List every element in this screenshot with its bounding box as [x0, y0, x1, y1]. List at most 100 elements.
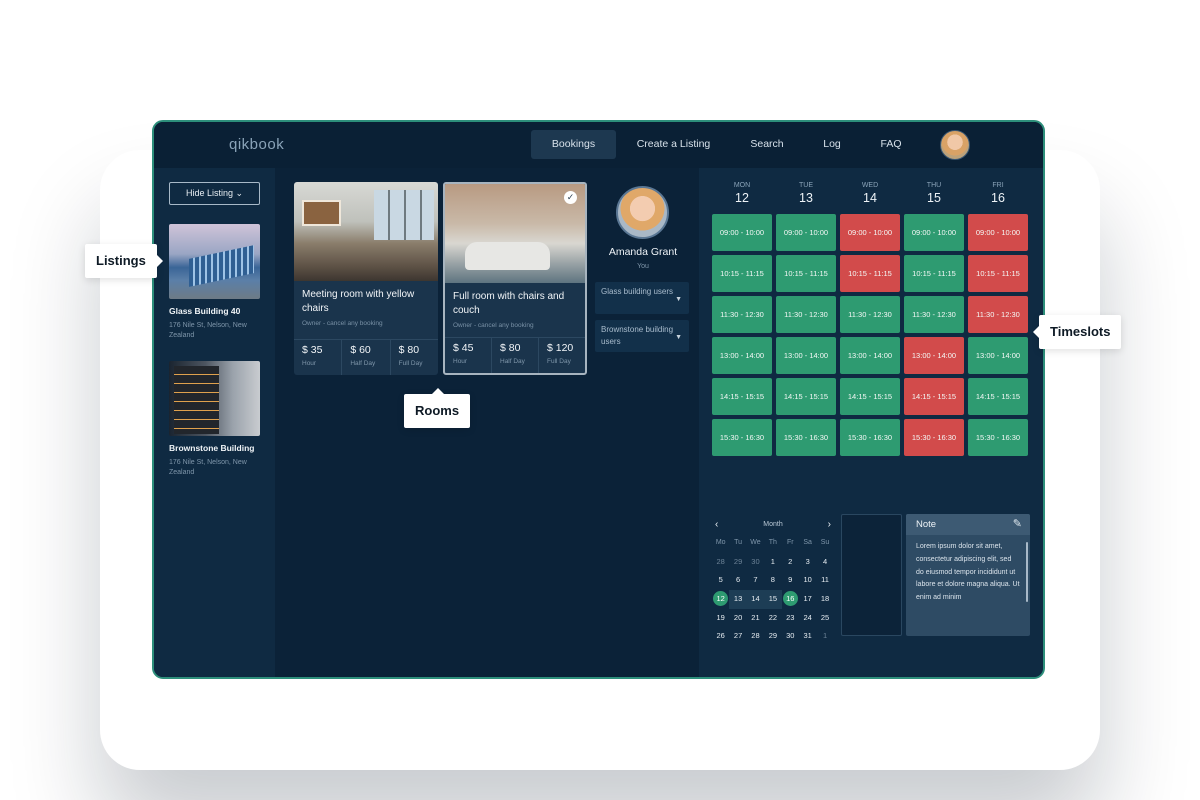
calendar-day[interactable]: 5	[712, 571, 729, 590]
calendar-day[interactable]: 11	[816, 571, 833, 590]
calendar-day-number: 30	[751, 556, 760, 566]
note-text[interactable]: Lorem ipsum dolor sit amet, consectetur …	[906, 535, 1030, 611]
hide-listing-button[interactable]: Hide Listing ⌄	[169, 182, 260, 205]
timeslot-free[interactable]: 14:15 - 15:15	[968, 378, 1028, 415]
timeslot-busy[interactable]: 15:30 - 16:30	[904, 419, 964, 456]
calendar-day[interactable]: 9	[782, 571, 799, 590]
calendar-day[interactable]: 29	[729, 553, 746, 572]
calendar-day[interactable]: 7	[747, 571, 764, 590]
timeslot-free[interactable]: 15:30 - 16:30	[840, 419, 900, 456]
price-value: $ 80	[398, 344, 420, 356]
calendar-day[interactable]: 18	[816, 590, 833, 609]
pencil-icon[interactable]: ✎	[1013, 514, 1022, 535]
day-name: FRI	[992, 182, 1004, 189]
note-title: Note	[916, 519, 937, 530]
timeslot-busy[interactable]: 10:15 - 11:15	[968, 255, 1028, 292]
calendar-day[interactable]: 29	[764, 627, 781, 646]
timeslot-free[interactable]: 09:00 - 10:00	[712, 214, 772, 251]
room-card-meeting[interactable]: Meeting room with yellow chairs Owner - …	[294, 182, 438, 375]
calendar-day[interactable]: 24	[799, 609, 816, 628]
nav-log[interactable]: Log	[803, 130, 861, 159]
timeslot-free[interactable]: 13:00 - 14:00	[840, 337, 900, 374]
room-card-full[interactable]: ✓ Full room with chairs and couch Owner …	[443, 182, 587, 375]
calendar-day[interactable]: 31	[799, 627, 816, 646]
calendar-day[interactable]: 21	[747, 609, 764, 628]
timeslot-busy[interactable]: 10:15 - 11:15	[840, 255, 900, 292]
timeslot-busy[interactable]: 13:00 - 14:00	[904, 337, 964, 374]
calendar-day-number: 22	[768, 612, 778, 622]
timeslot-free[interactable]: 13:00 - 14:00	[712, 337, 772, 374]
timeslot-free[interactable]: 13:00 - 14:00	[776, 337, 836, 374]
app-logo[interactable]: qikbook	[229, 136, 284, 153]
calendar-day[interactable]: 1	[816, 627, 833, 646]
timeslot-free[interactable]: 14:15 - 15:15	[840, 378, 900, 415]
calendar-day[interactable]: 28	[712, 553, 729, 572]
calendar-day[interactable]: 6	[729, 571, 746, 590]
checkmark-icon: ✓	[564, 191, 577, 204]
calendar-day[interactable]: 26	[712, 627, 729, 646]
timeslot-free[interactable]: 14:15 - 15:15	[712, 378, 772, 415]
calendar-day[interactable]: 12	[712, 590, 729, 609]
caret-down-icon: ▼	[675, 334, 682, 341]
calendar-day[interactable]: 1	[764, 553, 781, 572]
chevron-left-icon[interactable]: ‹	[715, 518, 718, 532]
dropdown-label: Brownstone building users	[601, 325, 674, 346]
timeslot-free[interactable]: 15:30 - 16:30	[712, 419, 772, 456]
calendar-day[interactable]: 10	[799, 571, 816, 590]
price-label: Full Day	[398, 360, 423, 367]
nav-create-listing[interactable]: Create a Listing	[616, 130, 731, 159]
chevron-right-icon[interactable]: ›	[828, 518, 831, 532]
calendar-day[interactable]: 27	[729, 627, 746, 646]
calendar-day[interactable]: 23	[782, 609, 799, 628]
calendar-day[interactable]: 8	[764, 571, 781, 590]
calendar-day[interactable]: 19	[712, 609, 729, 628]
timeslot-free[interactable]: 15:30 - 16:30	[968, 419, 1028, 456]
calendar-day[interactable]: 15	[764, 590, 782, 609]
timeslot-free[interactable]: 10:15 - 11:15	[904, 255, 964, 292]
nav-search[interactable]: Search	[731, 130, 803, 159]
user-avatar-menu[interactable]	[940, 130, 970, 160]
calendar-day-number: 18	[820, 594, 830, 604]
calendar-day[interactable]: 3	[799, 553, 816, 572]
calendar-day[interactable]: 20	[729, 609, 746, 628]
calendar-day[interactable]: 4	[816, 553, 833, 572]
brownstone-users-dropdown[interactable]: Brownstone building users ▼	[595, 320, 689, 352]
timeslot-free[interactable]: 15:30 - 16:30	[776, 419, 836, 456]
timeslot-free[interactable]: 14:15 - 15:15	[776, 378, 836, 415]
calendar-day-number: 23	[786, 612, 795, 622]
nav-bookings[interactable]: Bookings	[531, 130, 616, 159]
user-avatar	[616, 186, 669, 239]
calendar-day[interactable]: 30	[782, 627, 799, 646]
timeslot-busy[interactable]: 14:15 - 15:15	[904, 378, 964, 415]
room-prices: $ 35 Hour $ 60 Half Day $ 80 Full Day	[294, 339, 438, 375]
weekday-label: We	[750, 539, 761, 546]
calendar-day[interactable]: 30	[747, 553, 764, 572]
calendar-day[interactable]: 17	[799, 590, 816, 609]
listing-card-glass[interactable]: Glass Building 40 176 Nile St, Nelson, N…	[169, 224, 261, 341]
listing-image	[169, 361, 260, 436]
timeslot-busy[interactable]: 09:00 - 10:00	[968, 214, 1028, 251]
calendar-day[interactable]: 16	[782, 590, 799, 609]
calendar-day[interactable]: 14	[746, 590, 765, 609]
callout-timeslots: Timeslots	[1032, 315, 1122, 349]
calendar-day[interactable]: 25	[816, 609, 833, 628]
timeslot-free[interactable]: 10:15 - 11:15	[712, 255, 772, 292]
timeslot-free[interactable]: 10:15 - 11:15	[776, 255, 836, 292]
nav-faq[interactable]: FAQ	[861, 130, 921, 159]
calendar-day[interactable]: 22	[764, 609, 781, 628]
calendar-day[interactable]: 13	[729, 590, 747, 609]
timeslot-free[interactable]: 09:00 - 10:00	[776, 214, 836, 251]
timeslot-busy[interactable]: 09:00 - 10:00	[840, 214, 900, 251]
timeslot-free[interactable]: 11:30 - 12:30	[904, 296, 964, 333]
listing-card-brownstone[interactable]: Brownstone Building 176 Nile St, Nelson,…	[169, 361, 261, 478]
calendar-day[interactable]: 2	[782, 553, 799, 572]
timeslot-free[interactable]: 11:30 - 12:30	[840, 296, 900, 333]
timeslot-free[interactable]: 11:30 - 12:30	[776, 296, 836, 333]
glass-users-dropdown[interactable]: Glass building users ▼	[595, 282, 689, 314]
timeslot-busy[interactable]: 11:30 - 12:30	[968, 296, 1028, 333]
note-scrollbar[interactable]	[1026, 542, 1028, 602]
timeslot-free[interactable]: 11:30 - 12:30	[712, 296, 772, 333]
calendar-day[interactable]: 28	[747, 627, 764, 646]
timeslot-free[interactable]: 09:00 - 10:00	[904, 214, 964, 251]
timeslot-free[interactable]: 13:00 - 14:00	[968, 337, 1028, 374]
